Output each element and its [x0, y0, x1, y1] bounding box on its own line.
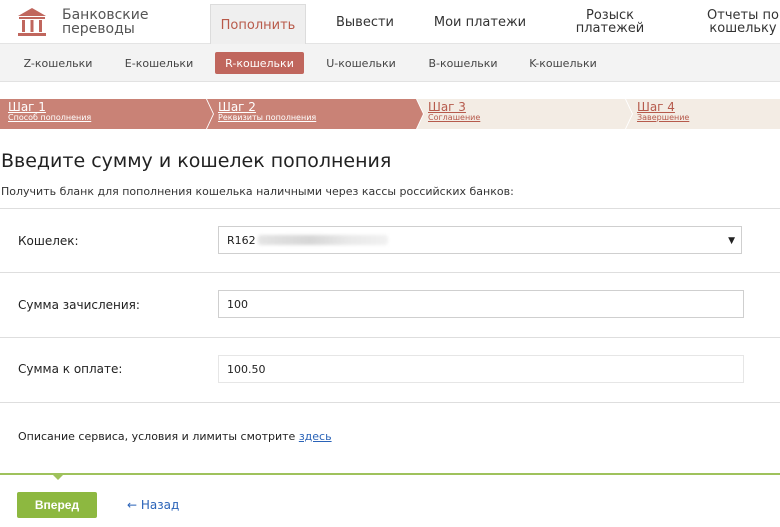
bank-icon	[18, 8, 46, 36]
step-1[interactable]: Шаг 1 Способ пополнения	[8, 101, 91, 123]
back-link[interactable]: ← Назад	[127, 498, 179, 512]
step-2-subtitle: Реквизиты пополнения	[218, 113, 317, 122]
topnav-wallet-reports[interactable]: Отчеты по кошельку	[698, 0, 780, 44]
wallet-number-redacted	[257, 235, 388, 245]
next-button[interactable]: Вперед	[17, 492, 97, 518]
progress-steps: Шаг 1 Способ пополнения Шаг 2 Реквизиты …	[0, 99, 780, 129]
brand-title[interactable]: Банковские переводы	[62, 8, 172, 36]
subnav-b-wallets[interactable]: B-кошельки	[422, 52, 504, 74]
topnav-deposit[interactable]: Пополнить	[210, 4, 306, 45]
service-note-link[interactable]: здесь	[299, 430, 332, 443]
topnav-withdraw-label: Вывести	[335, 14, 394, 30]
divider	[0, 272, 780, 273]
step-3-title: Шаг 3	[428, 100, 466, 114]
subnav-e-wallets[interactable]: E-кошельки	[118, 52, 200, 74]
pay-amount-value: 100.50	[227, 362, 266, 376]
topnav-wallet-reports-line2: кошельку	[709, 21, 777, 36]
topnav-payment-search-line2: платежей	[575, 21, 645, 36]
page-subtitle: Получить бланк для пополнения кошелька н…	[1, 185, 514, 198]
chevron-down-icon: ▼	[728, 236, 735, 246]
step-3[interactable]: Шаг 3 Соглашение	[428, 101, 480, 123]
step-1-subtitle: Способ пополнения	[8, 113, 92, 122]
subnav-r-wallets[interactable]: R-кошельки	[215, 52, 304, 74]
amount-input-value: 100	[227, 297, 248, 311]
step-2-title: Шаг 2	[218, 100, 256, 114]
pay-amount-field: 100.50	[218, 355, 744, 383]
step-4[interactable]: Шаг 4 Завершение	[637, 101, 689, 123]
pay-amount-label: Сумма к оплате:	[18, 362, 123, 376]
divider	[0, 208, 780, 209]
service-note-text: Описание сервиса, условия и лимиты смотр…	[18, 430, 299, 443]
subnav-u-wallets[interactable]: U-кошельки	[320, 52, 402, 74]
topnav-payment-search[interactable]: Розыск платежей	[565, 0, 655, 44]
top-header: Банковские переводы Пополнить Вывести Мо…	[0, 0, 780, 45]
step-4-title: Шаг 4	[637, 100, 675, 114]
topnav-deposit-label: Пополнить	[220, 17, 296, 33]
topnav-my-payments-label: Мои платежи	[433, 14, 527, 30]
step-1-title: Шаг 1	[8, 100, 46, 114]
wallet-type-nav: Z-кошельки E-кошельки R-кошельки U-кошел…	[0, 44, 780, 82]
service-note: Описание сервиса, условия и лимиты смотр…	[18, 430, 332, 443]
footer-divider	[0, 473, 780, 475]
wallet-label: Кошелек:	[18, 234, 79, 248]
wallet-select[interactable]: R162 ▼	[218, 226, 742, 254]
page-title: Введите сумму и кошелек пополнения	[1, 150, 392, 172]
divider	[0, 337, 780, 338]
subnav-z-wallets[interactable]: Z-кошельки	[18, 52, 98, 74]
step-4-subtitle: Завершение	[637, 113, 690, 122]
brand-line-1: Банковские	[62, 7, 149, 23]
amount-input[interactable]: 100	[218, 290, 744, 318]
subnav-k-wallets[interactable]: K-кошельки	[522, 52, 604, 74]
footer-notch	[51, 473, 65, 480]
wallet-select-value: R162	[227, 233, 256, 247]
topnav-withdraw[interactable]: Вывести	[320, 0, 410, 44]
brand-line-2: переводы	[62, 21, 135, 37]
step-3-subtitle: Соглашение	[428, 113, 481, 122]
step-2[interactable]: Шаг 2 Реквизиты пополнения	[218, 101, 316, 123]
amount-label: Сумма зачисления:	[18, 298, 140, 312]
topnav-my-payments[interactable]: Мои платежи	[425, 0, 535, 44]
divider	[0, 402, 780, 403]
